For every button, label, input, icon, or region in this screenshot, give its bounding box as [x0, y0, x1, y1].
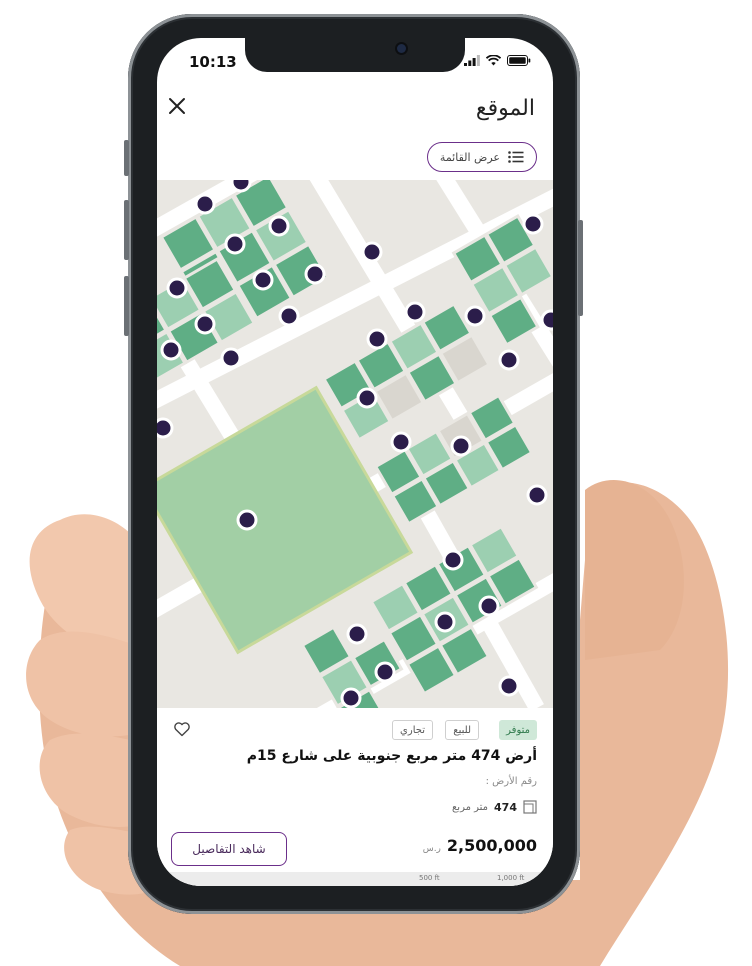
map-canvas	[157, 180, 553, 708]
notch	[245, 38, 465, 72]
mute-switch	[124, 140, 129, 176]
status-icons	[464, 55, 531, 66]
status-badge: متوفر	[499, 720, 537, 740]
sale-badge: للبيع	[445, 720, 479, 740]
currency-label: ر.س	[422, 844, 441, 854]
map-scale-bar: 500 ft 1,000 ft	[157, 872, 553, 886]
commercial-badge: تجاري	[392, 720, 433, 740]
list-view-button[interactable]: عرض القائمة	[426, 142, 537, 172]
plot-number-label: رقم الأرض :	[485, 776, 537, 787]
close-button[interactable]	[165, 94, 189, 118]
phone-screen: 10:13 الموقع عرض القائمة متوفر للبيع تجا…	[157, 38, 553, 886]
wifi-icon	[486, 55, 501, 66]
price-value: 2,500,000	[446, 836, 537, 855]
heart-icon[interactable]	[173, 720, 191, 738]
front-camera	[397, 44, 406, 53]
price-row: ر.س 2,500,000	[423, 836, 537, 855]
power-button	[578, 220, 583, 316]
volume-up-button	[124, 200, 129, 260]
listing-card[interactable]: متوفر للبيع تجاري أرض 474 متر مربع جنوبي…	[157, 708, 553, 886]
volume-down-button	[124, 276, 129, 336]
close-icon	[169, 98, 185, 114]
scale-label-500: 500 ft	[419, 874, 440, 882]
listing-title: أرض 474 متر مربع جنوبية على شارع 15م	[246, 748, 537, 764]
area-icon	[523, 800, 537, 814]
status-time: 10:13	[189, 53, 237, 71]
area-value: 474	[494, 800, 517, 814]
scale-label-1000: 1,000 ft	[497, 874, 525, 882]
page-title: الموقع	[475, 96, 535, 121]
plots-map[interactable]	[157, 180, 553, 708]
list-view-label: عرض القائمة	[439, 150, 500, 164]
view-details-button[interactable]: شاهد التفاصيل	[171, 832, 287, 866]
area-row: 474 متر مربع	[452, 800, 537, 814]
signal-icon	[464, 55, 480, 66]
list-icon	[508, 151, 524, 163]
battery-icon	[507, 55, 531, 66]
area-unit: متر مربع	[451, 801, 489, 813]
